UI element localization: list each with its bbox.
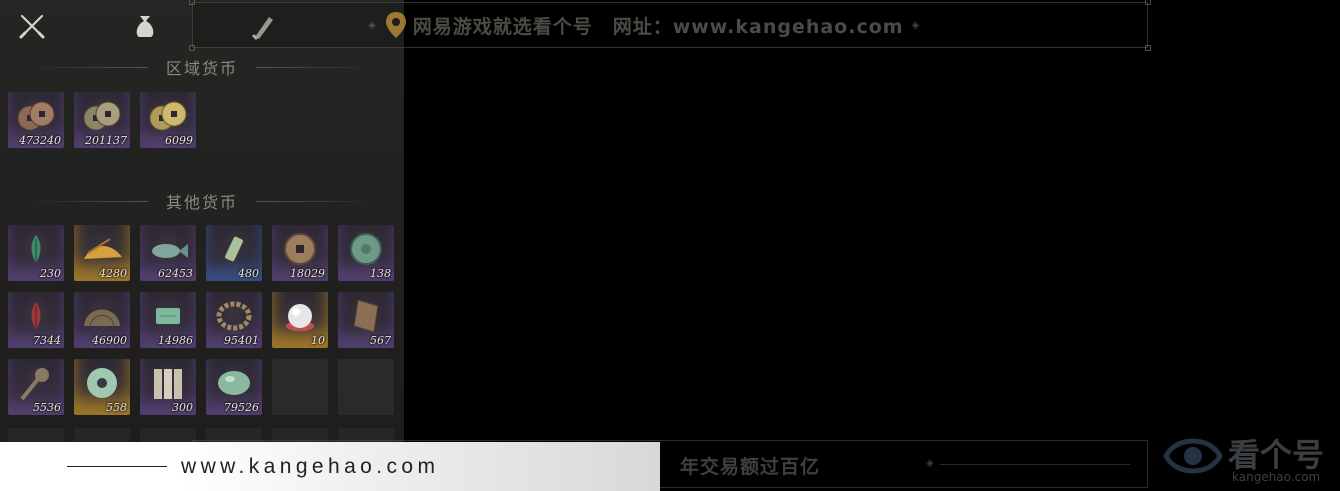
jade-fish-icon bbox=[152, 244, 188, 258]
empty-slot bbox=[272, 359, 328, 415]
coin-sword-icon bbox=[20, 368, 49, 401]
partial-slot bbox=[140, 428, 196, 442]
red-feather-icon bbox=[31, 302, 41, 330]
diamond-ornament-icon: ◈ bbox=[368, 19, 377, 31]
currency-slot[interactable]: 95401 bbox=[206, 292, 262, 348]
currency-slot[interactable]: 46900 bbox=[74, 292, 130, 348]
currency-slot[interactable]: 4280 bbox=[74, 225, 130, 281]
currency-slot[interactable]: 567 bbox=[338, 292, 394, 348]
money-pouch-icon bbox=[136, 16, 154, 37]
url-text: www.kangehao.com bbox=[181, 454, 440, 478]
currency-panel: 区域货币 473240 201137 6099 其他货币 230 4280 62… bbox=[0, 0, 404, 491]
slot-quantity: 300 bbox=[172, 401, 193, 414]
currency-slot[interactable]: 230 bbox=[8, 225, 64, 281]
kangehao-logo-icon bbox=[385, 12, 406, 38]
ornament-line bbox=[940, 464, 1130, 465]
slot-quantity: 95401 bbox=[224, 334, 259, 347]
logo-site: kangehao.com bbox=[1232, 470, 1321, 484]
jade-stone-icon bbox=[218, 371, 250, 395]
currency-slot[interactable]: 79526 bbox=[206, 359, 262, 415]
currency-slot[interactable]: 5536 bbox=[8, 359, 64, 415]
jade-ticket-icon bbox=[156, 308, 180, 324]
ancient-coin-icon bbox=[284, 233, 316, 265]
partial-slot bbox=[8, 428, 64, 442]
slot-quantity: 567 bbox=[370, 334, 391, 347]
slot-quantity: 5536 bbox=[33, 401, 61, 414]
bronze-plaque-icon bbox=[353, 299, 379, 333]
jade-disc-icon bbox=[350, 233, 382, 265]
url-dash bbox=[67, 466, 167, 467]
slot-quantity: 79526 bbox=[224, 401, 259, 414]
regional-currency-title: 区域货币 bbox=[165, 59, 238, 78]
slot-quantity: 558 bbox=[106, 401, 127, 414]
slot-quantity: 480 bbox=[238, 267, 259, 280]
other-currency-header: 其他货币 bbox=[0, 189, 404, 213]
slot-quantity: 473240 bbox=[19, 134, 61, 147]
currency-slot[interactable]: 300 bbox=[140, 359, 196, 415]
slot-quantity: 6099 bbox=[165, 134, 193, 147]
crossed-swords-icon bbox=[19, 14, 45, 39]
corner-watermark-logo: 看个号 kangehao.com bbox=[1160, 420, 1340, 491]
regional-currency-header: 区域货币 bbox=[0, 55, 404, 79]
prayer-beads-icon bbox=[216, 301, 252, 331]
other-currency-title: 其他货币 bbox=[165, 193, 238, 212]
slot-quantity: 14986 bbox=[158, 334, 193, 347]
currency-slot[interactable]: 10 bbox=[272, 292, 328, 348]
empty-slot bbox=[338, 359, 394, 415]
currency-slot[interactable]: 6099 bbox=[140, 92, 196, 148]
jade-token-icon bbox=[225, 236, 243, 262]
silver-coins-icon bbox=[83, 101, 121, 131]
currency-slot[interactable]: 14986 bbox=[140, 292, 196, 348]
bamboo-slips-icon bbox=[154, 369, 182, 399]
grain-pile-icon bbox=[84, 238, 122, 259]
slot-quantity: 46900 bbox=[92, 334, 127, 347]
currency-slot[interactable]: 480 bbox=[206, 225, 262, 281]
slot-quantity: 18029 bbox=[290, 267, 325, 280]
jade-ring-icon bbox=[87, 368, 117, 398]
green-feather-icon bbox=[31, 235, 41, 263]
url-watermark-bar: www.kangehao.com bbox=[0, 442, 660, 491]
tab-equipment[interactable] bbox=[12, 6, 52, 46]
diamond-ornament-icon: ◈ bbox=[926, 458, 934, 469]
top-watermark-text: 网易游戏就选看个号 网址：www.kangehao.com bbox=[412, 15, 904, 38]
currency-slot[interactable]: 558 bbox=[74, 359, 130, 415]
currency-slot[interactable]: 62453 bbox=[140, 225, 196, 281]
currency-slot[interactable]: 7344 bbox=[8, 292, 64, 348]
slot-quantity: 230 bbox=[40, 267, 61, 280]
tab-currency[interactable] bbox=[125, 6, 165, 46]
diamond-ornament-icon: ◈ bbox=[911, 19, 921, 31]
eye-logo-icon bbox=[1163, 438, 1223, 474]
top-watermark: ◈ 网易游戏就选看个号 网址：www.kangehao.com ◈ bbox=[360, 10, 928, 40]
bronze-mirror-icon bbox=[84, 309, 120, 327]
currency-slot[interactable]: 18029 bbox=[272, 225, 328, 281]
pearl-icon bbox=[286, 304, 314, 331]
slot-quantity: 10 bbox=[311, 334, 325, 347]
slot-quantity: 201137 bbox=[85, 134, 127, 147]
currency-slot[interactable]: 473240 bbox=[8, 92, 64, 148]
copper-coins-icon bbox=[17, 101, 55, 131]
slot-quantity: 4280 bbox=[99, 267, 127, 280]
gold-coins-icon bbox=[149, 101, 187, 131]
currency-slot[interactable]: 201137 bbox=[74, 92, 130, 148]
slot-quantity: 62453 bbox=[158, 267, 193, 280]
slot-quantity: 7344 bbox=[33, 334, 61, 347]
partial-slot bbox=[74, 428, 130, 442]
slot-quantity: 138 bbox=[370, 267, 391, 280]
currency-slot[interactable]: 138 bbox=[338, 225, 394, 281]
